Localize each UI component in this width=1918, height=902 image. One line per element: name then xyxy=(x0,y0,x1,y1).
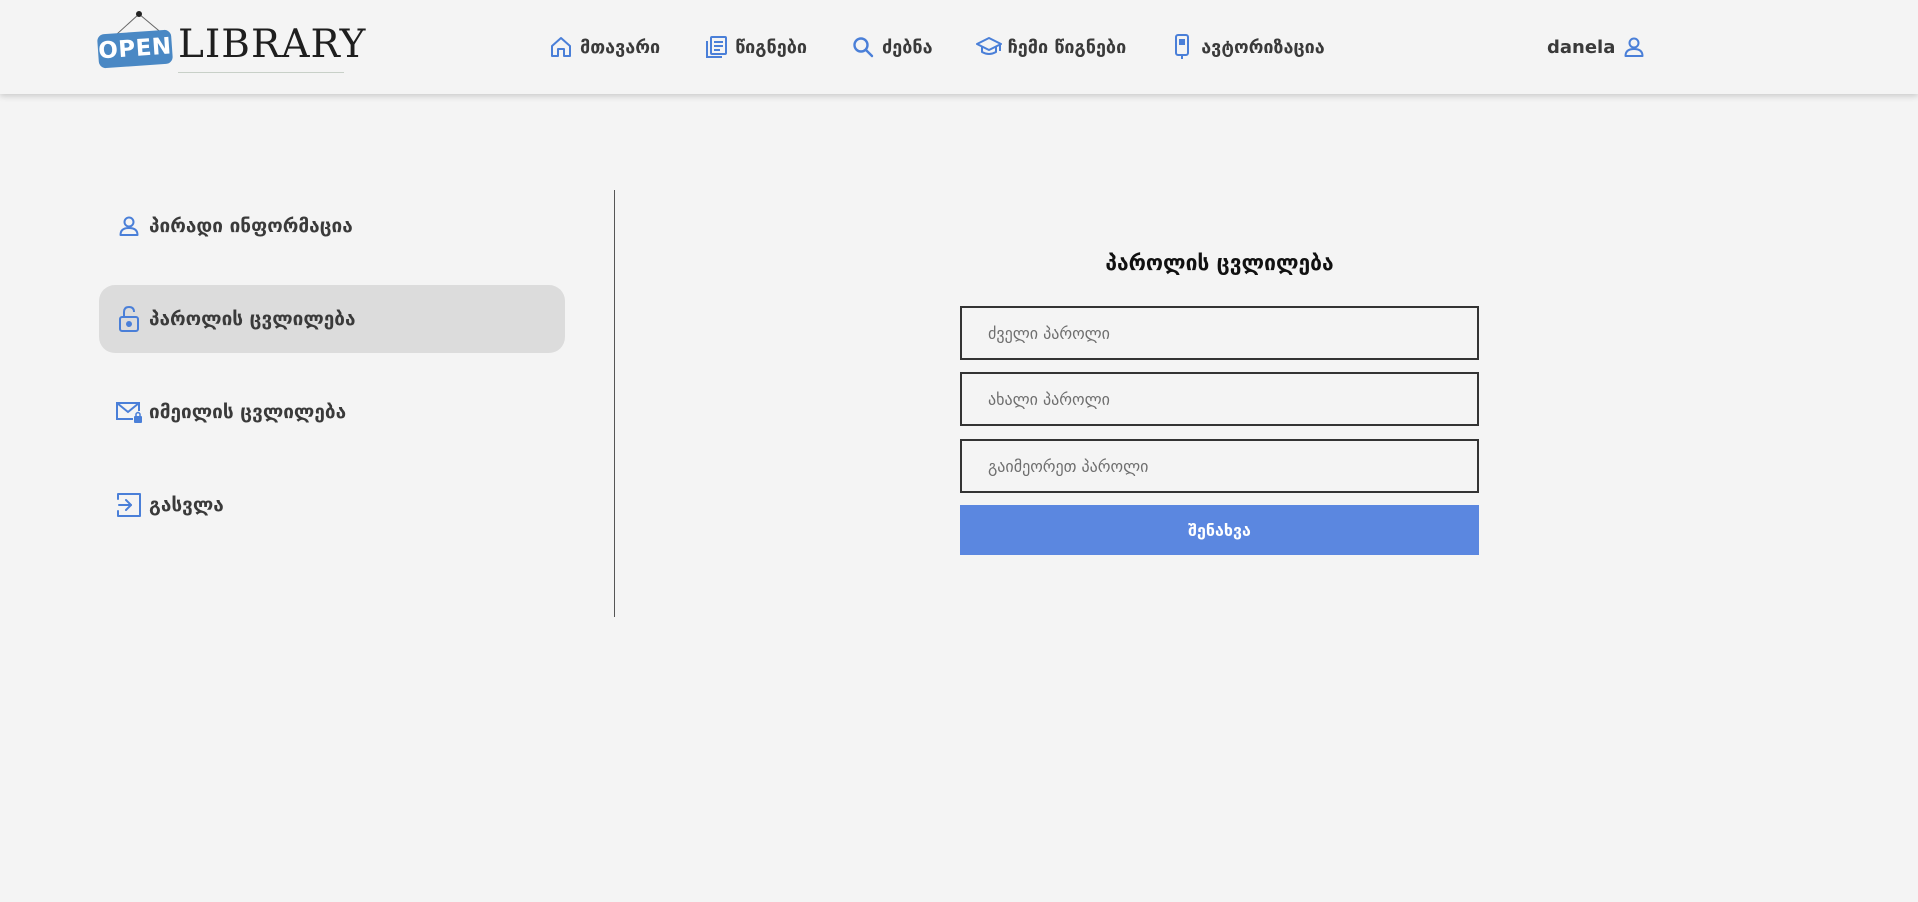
nav-my-books[interactable]: ჩემი წიგნები xyxy=(975,34,1127,60)
books-icon xyxy=(703,34,729,60)
lock-open-icon xyxy=(115,305,143,333)
nav-my-books-label: ჩემი წიგნები xyxy=(1007,36,1127,58)
repeat-password-input[interactable] xyxy=(960,439,1479,493)
sidebar-item-personal-info[interactable]: პირადი ინფორმაცია xyxy=(99,192,565,260)
graduation-cap-icon xyxy=(975,34,1002,60)
nav-home[interactable]: მთავარი xyxy=(548,34,660,60)
sidebar-item-label: პირადი ინფორმაცია xyxy=(149,215,353,237)
settings-sidebar: პირადი ინფორმაცია პაროლის ცვლილება იმეილ… xyxy=(99,192,565,564)
open-library-logo[interactable]: OPEN LIBRARY xyxy=(96,10,365,76)
nav-books-label: წიგნები xyxy=(735,36,807,58)
sidebar-item-change-password[interactable]: პაროლის ცვლილება xyxy=(99,285,565,353)
home-icon xyxy=(548,34,574,60)
user-icon xyxy=(1621,34,1647,60)
sidebar-item-label: იმეილის ცვლილება xyxy=(149,401,347,423)
old-password-input[interactable] xyxy=(960,306,1479,360)
mail-lock-icon xyxy=(115,398,143,426)
logout-icon xyxy=(115,491,143,519)
nav-books[interactable]: წიგნები xyxy=(703,34,807,60)
usb-key-icon xyxy=(1169,34,1195,60)
nav-authorization[interactable]: ავტორიზაცია xyxy=(1169,34,1325,60)
form-title: პაროლის ცვლილება xyxy=(1105,251,1334,275)
nav-search-label: ძებნა xyxy=(882,36,933,58)
vertical-divider xyxy=(614,190,615,617)
sidebar-item-label: გასვლა xyxy=(149,494,224,516)
search-icon xyxy=(850,34,876,60)
nav-home-label: მთავარი xyxy=(580,36,661,58)
save-button[interactable]: შენახვა xyxy=(960,505,1479,555)
main-nav: მთავარი წიგნები ძებნა ჩემი წიგნები ავტორ… xyxy=(548,30,1368,64)
user-icon xyxy=(115,212,143,240)
sidebar-item-change-email[interactable]: იმეილის ცვლილება xyxy=(99,378,565,446)
user-menu[interactable]: danela xyxy=(1547,30,1647,64)
sidebar-item-logout[interactable]: გასვლა xyxy=(99,471,565,539)
new-password-input[interactable] xyxy=(960,372,1479,426)
nav-authorization-label: ავტორიზაცია xyxy=(1201,36,1325,58)
logo-open-sign: OPEN xyxy=(96,29,174,69)
logo-underline xyxy=(178,72,344,73)
sidebar-item-label: პაროლის ცვლილება xyxy=(149,308,356,330)
nav-search[interactable]: ძებნა xyxy=(850,34,933,60)
logo-library-text: LIBRARY xyxy=(178,22,367,67)
top-header: OPEN LIBRARY მთავარი წიგნები ძებნა ჩემი … xyxy=(0,0,1918,94)
user-name: danela xyxy=(1547,36,1616,58)
